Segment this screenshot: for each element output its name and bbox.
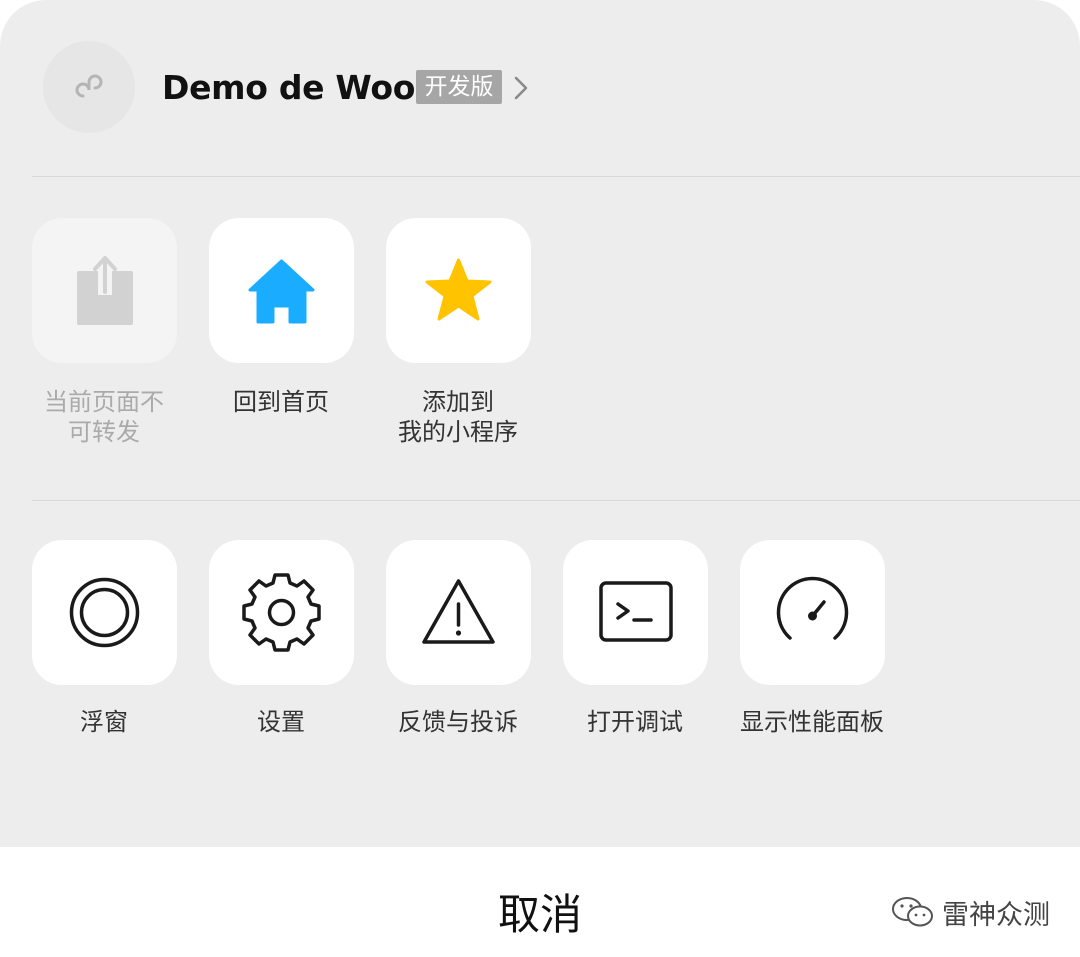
share-button[interactable] (32, 218, 177, 363)
floating-window-button[interactable] (32, 540, 177, 685)
divider (32, 500, 1080, 501)
terminal-icon (599, 581, 673, 642)
settings-label: 设置 (257, 708, 305, 736)
open-debug-button[interactable] (563, 540, 708, 685)
star-icon (425, 258, 492, 321)
dev-version-badge: 开发版 (416, 70, 502, 104)
share-label: 当前页面不 可转发 (44, 388, 164, 446)
floating-window-label: 浮窗 (80, 708, 128, 736)
watermark-text: 雷神众测 (942, 899, 1050, 931)
speedometer-icon (776, 576, 849, 640)
share-icon (77, 256, 133, 325)
settings-button[interactable] (209, 540, 354, 685)
action-sheet: Demo de Woo 开发版 当前页面不 可转发 回到首页 添加到 我的小程序 (0, 0, 1080, 847)
feedback-button[interactable] (386, 540, 531, 685)
feedback-label: 反馈与投诉 (398, 708, 518, 736)
home-icon (248, 259, 315, 324)
performance-panel-label: 显示性能面板 (740, 708, 884, 736)
chevron-right-icon (514, 76, 528, 100)
add-to-my-miniprogram-label: 添加到 我的小程序 (398, 388, 518, 446)
open-debug-label: 打开调试 (587, 708, 683, 736)
cancel-button[interactable]: 取消 (440, 888, 640, 942)
warning-icon (422, 579, 495, 644)
wechat-icon (892, 897, 933, 927)
watermark: 雷神众测 (890, 892, 1050, 932)
home-label: 回到首页 (233, 388, 329, 416)
add-to-my-miniprogram-button[interactable] (386, 218, 531, 363)
performance-panel-button[interactable] (740, 540, 885, 685)
app-name: Demo de Woo (162, 68, 416, 107)
floating-window-icon (69, 577, 140, 648)
app-header[interactable]: Demo de Woo 开发版 (0, 0, 1080, 176)
gear-icon (242, 573, 321, 652)
home-button[interactable] (209, 218, 354, 363)
mini-program-link-icon (43, 41, 135, 133)
divider (32, 176, 1080, 177)
